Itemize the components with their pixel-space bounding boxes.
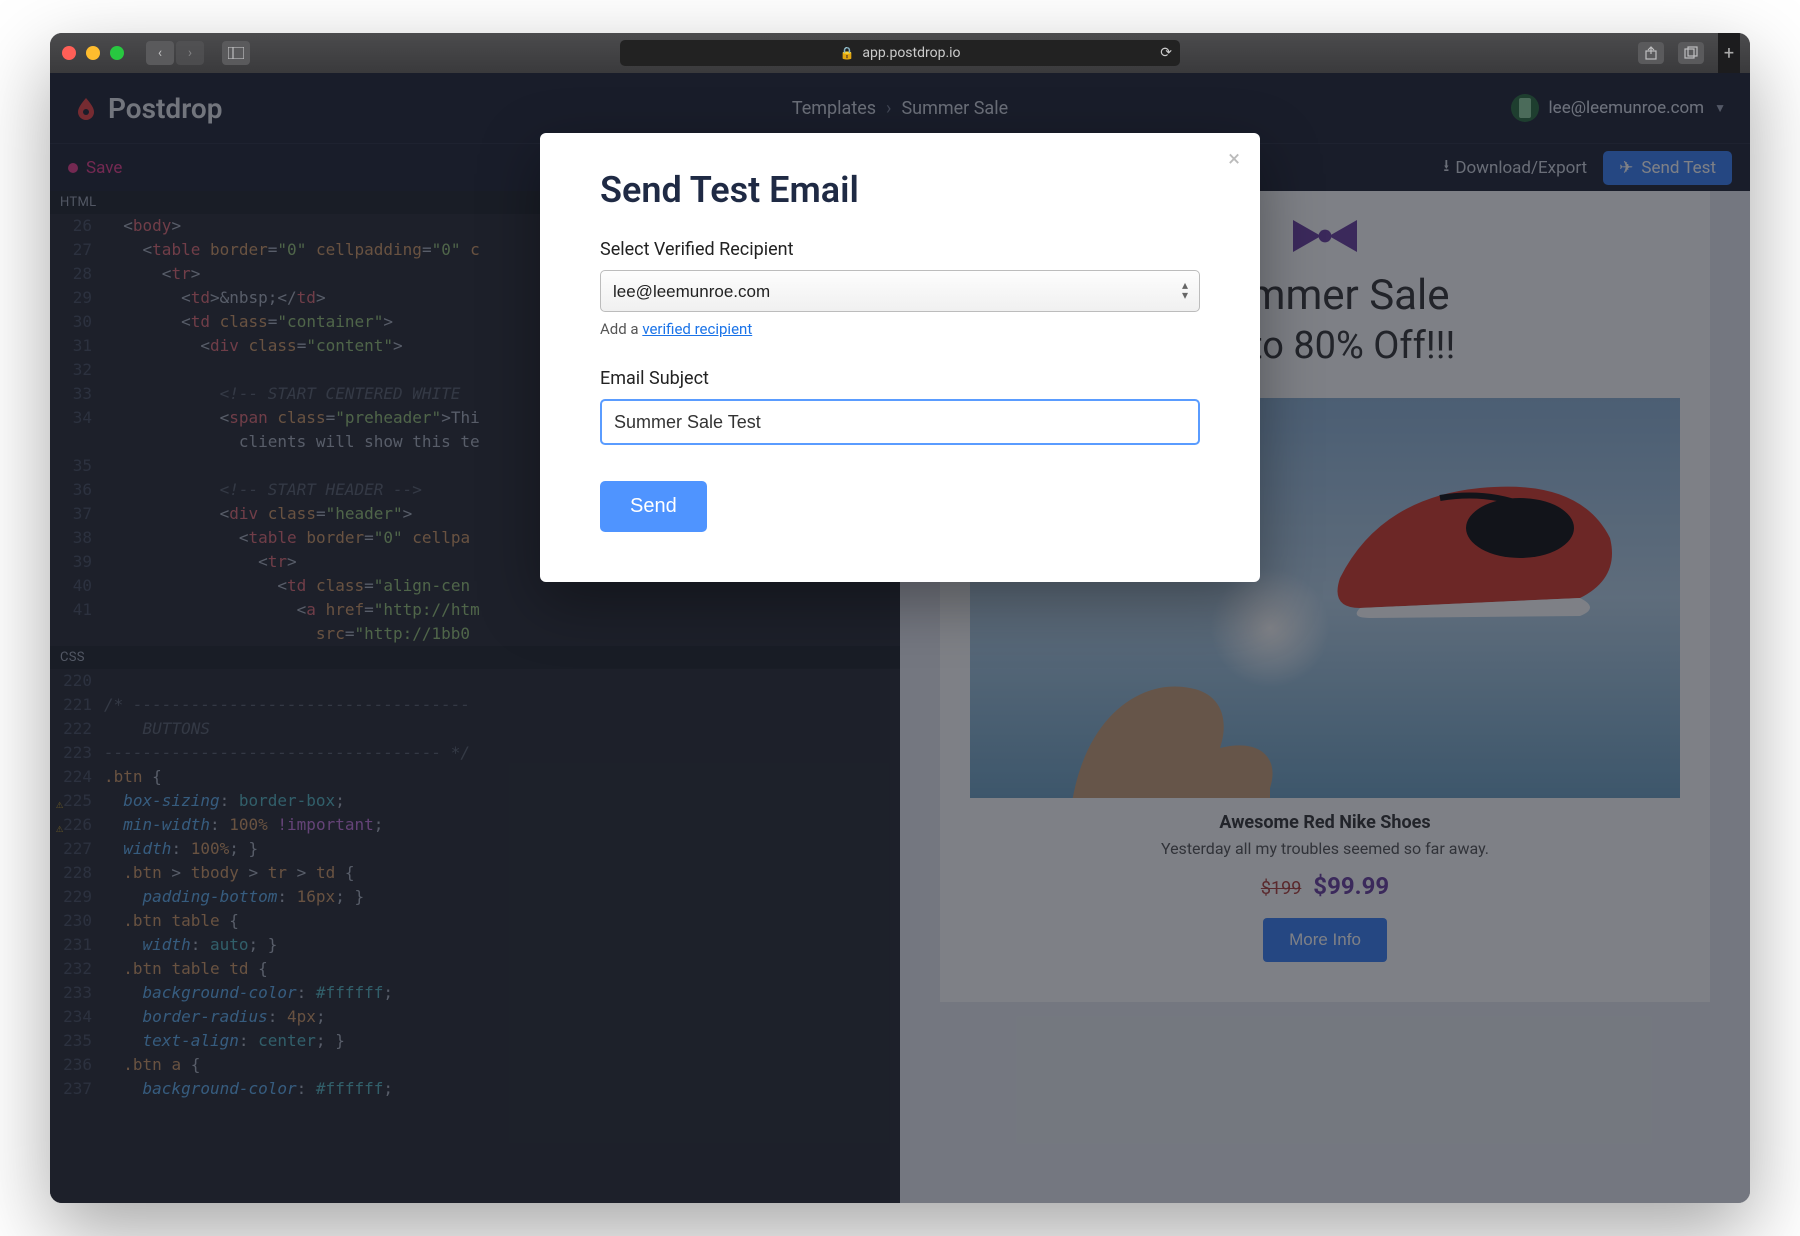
nav-forward-button[interactable]: › (176, 41, 204, 65)
lock-icon: 🔒 (839, 46, 854, 60)
subject-input[interactable] (600, 399, 1200, 445)
send-test-modal: × Send Test Email Select Verified Recipi… (540, 133, 1260, 582)
add-recipient-row: Add a verified recipient (600, 320, 1200, 338)
modal-title: Send Test Email (600, 169, 1200, 211)
recipient-select[interactable]: lee@leemunroe.com (600, 270, 1200, 312)
select-caret-icon: ▴▾ (1182, 280, 1188, 300)
subject-label: Email Subject (600, 368, 1200, 389)
add-recipient-prefix: Add a (600, 320, 642, 338)
url-bar[interactable]: 🔒 app.postdrop.io ⟳ (620, 40, 1180, 66)
nav-back-button[interactable]: ‹ (146, 41, 174, 65)
send-button[interactable]: Send (600, 481, 707, 532)
window-zoom-icon[interactable] (110, 46, 124, 60)
window-close-icon[interactable] (62, 46, 76, 60)
url-text: app.postdrop.io (862, 45, 960, 61)
sidebar-toggle-icon[interactable] (222, 41, 250, 65)
browser-titlebar: ‹ › 🔒 app.postdrop.io ⟳ + (50, 33, 1750, 73)
add-verified-recipient-link[interactable]: verified recipient (642, 320, 752, 338)
share-icon[interactable] (1638, 42, 1664, 64)
refresh-icon[interactable]: ⟳ (1160, 45, 1172, 61)
window-minimize-icon[interactable] (86, 46, 100, 60)
tabs-icon[interactable] (1678, 42, 1704, 64)
recipient-label: Select Verified Recipient (600, 239, 1200, 260)
new-tab-button[interactable]: + (1718, 33, 1740, 73)
close-icon[interactable]: × (1228, 147, 1240, 172)
